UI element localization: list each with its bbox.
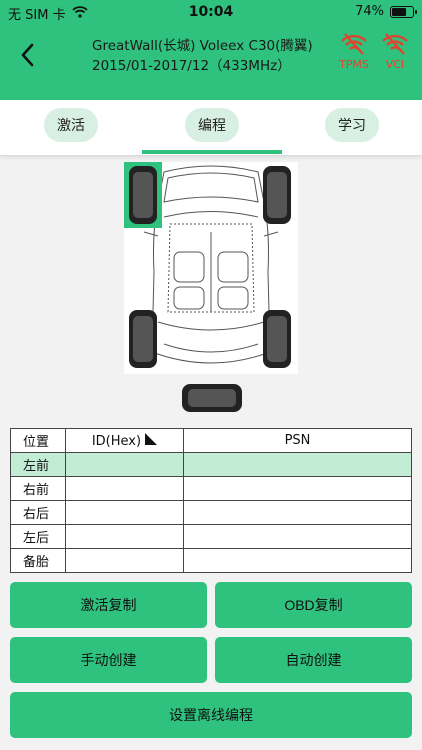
cell-id[interactable] <box>65 548 184 573</box>
active-tab-indicator <box>142 150 282 154</box>
cell-psn[interactable] <box>183 524 412 549</box>
table-row[interactable]: 右前 <box>10 476 412 501</box>
table-row[interactable]: 备胎 <box>10 548 412 573</box>
table-row[interactable]: 左前 <box>10 452 412 477</box>
cell-id[interactable] <box>65 476 184 501</box>
vci-label: VCI <box>385 58 405 71</box>
cell-psn[interactable] <box>183 500 412 525</box>
tpms-label: TPMS <box>339 58 369 71</box>
column-header-position: 位置 <box>10 428 66 453</box>
wheel-front-right[interactable] <box>263 166 291 224</box>
cell-psn[interactable] <box>183 452 412 477</box>
activate-copy-button[interactable]: 激活复制 <box>10 582 207 628</box>
cell-psn[interactable] <box>183 548 412 573</box>
column-header-psn: PSN <box>183 428 412 453</box>
table-header-row: 位置 ID(Hex) PSN <box>10 428 412 453</box>
auto-create-button[interactable]: 自动创建 <box>215 637 412 683</box>
chevron-left-icon <box>21 43 34 67</box>
wifi-icon <box>71 5 88 22</box>
car-body-outline <box>143 165 279 364</box>
offline-program-button[interactable]: 设置离线编程 <box>10 692 412 738</box>
cell-id[interactable] <box>65 452 184 477</box>
cell-id[interactable] <box>65 500 184 525</box>
cell-position: 右后 <box>10 500 66 525</box>
wheel-spare[interactable] <box>181 383 243 413</box>
column-header-id[interactable]: ID(Hex) <box>65 428 184 453</box>
tab-bar: 激活 编程 学习 <box>0 100 422 156</box>
car-diagram <box>124 162 298 374</box>
wheel-rear-right[interactable] <box>263 310 291 368</box>
manual-create-button[interactable]: 手动创建 <box>10 637 207 683</box>
cell-psn[interactable] <box>183 476 412 501</box>
back-button[interactable] <box>12 40 42 70</box>
wifi-off-icon <box>341 33 367 55</box>
top-bar: 无 SIM 卡 10:04 74% GreatWall(长城) Voleex C… <box>0 0 422 100</box>
sort-corner-icon <box>145 432 158 445</box>
wifi-off-icon <box>382 33 408 55</box>
tab-activate[interactable]: 激活 <box>44 108 98 142</box>
obd-copy-button[interactable]: OBD复制 <box>215 582 412 628</box>
table-row[interactable]: 左后 <box>10 524 412 549</box>
cell-position: 左前 <box>10 452 66 477</box>
table-row[interactable]: 右后 <box>10 500 412 525</box>
tab-program[interactable]: 编程 <box>185 108 239 142</box>
cell-id[interactable] <box>65 524 184 549</box>
battery-icon <box>390 5 417 18</box>
status-bar: 无 SIM 卡 10:04 74% <box>0 0 422 24</box>
cell-position: 左后 <box>10 524 66 549</box>
cell-position: 备胎 <box>10 548 66 573</box>
wheel-rear-left[interactable] <box>129 310 157 368</box>
tab-learn[interactable]: 学习 <box>325 108 379 142</box>
cell-position: 右前 <box>10 476 66 501</box>
vci-status-badge[interactable]: VCI <box>375 32 415 71</box>
wheel-front-left[interactable] <box>124 162 162 228</box>
sensor-table: 位置 ID(Hex) PSN 左前 右前 右后 左后 备胎 <box>10 428 412 573</box>
page-title: GreatWall(长城) Voleex C30(腾翼) 2015/01-201… <box>92 38 313 74</box>
battery-percent: 74% <box>355 4 384 19</box>
carrier-label: 无 SIM 卡 <box>8 8 66 23</box>
tpms-status-badge[interactable]: TPMS <box>334 32 374 71</box>
column-header-id-label: ID(Hex) <box>91 433 142 449</box>
